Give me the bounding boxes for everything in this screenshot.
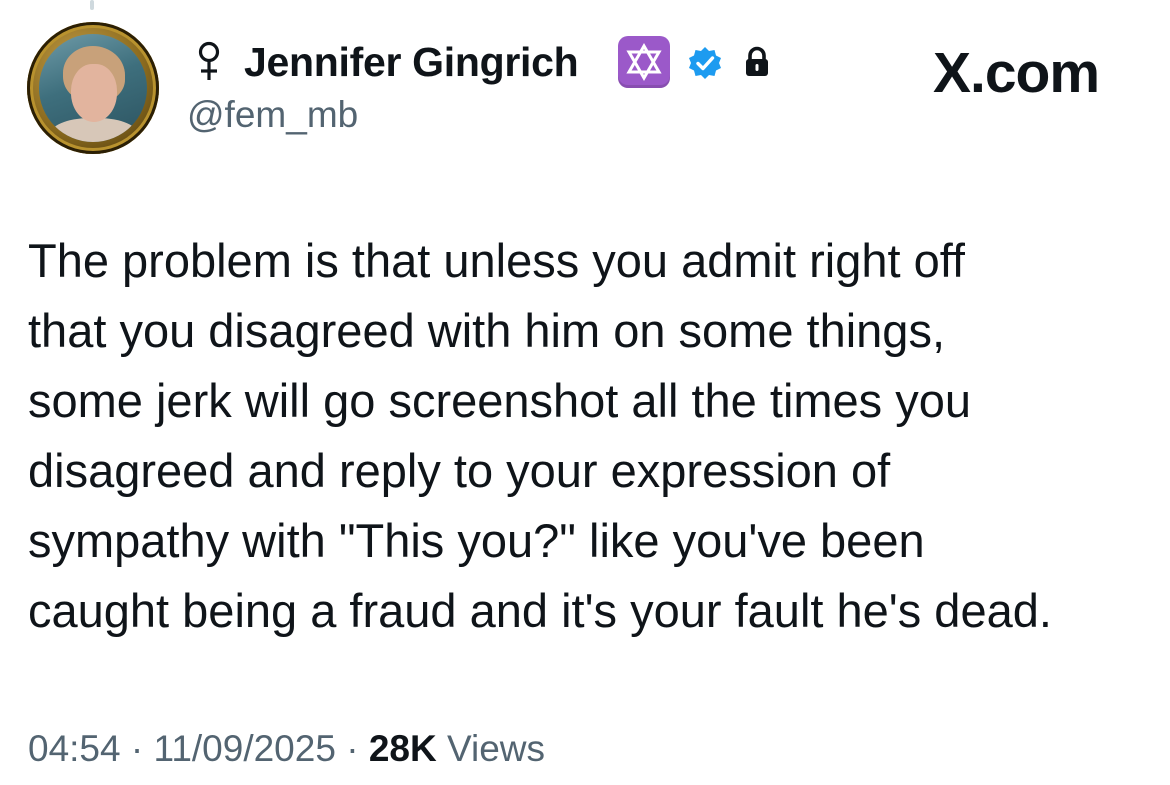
avatar-face: [71, 64, 117, 122]
views-count[interactable]: 28K: [369, 728, 437, 769]
avatar-photo: [39, 34, 147, 142]
lock-icon: [740, 45, 774, 79]
verified-badge-icon[interactable]: [687, 45, 723, 81]
views-label: Views: [436, 728, 546, 769]
venus-symbol-icon: [196, 40, 222, 84]
tweet-text-line: some jerk will go screenshot all the tim…: [28, 374, 972, 427]
avatar[interactable]: [27, 22, 159, 154]
tweet-text-line: that you disagreed with him on some thin…: [28, 304, 946, 357]
tweet-date[interactable]: 11/09/2025: [153, 728, 335, 769]
meta-separator: ·: [335, 728, 369, 769]
brand-watermark: X.com: [933, 41, 1100, 105]
display-name[interactable]: Jennifer Gingrich: [244, 38, 579, 86]
tweet-text: The problem is that unless you admit rig…: [28, 226, 1153, 646]
tweet-time[interactable]: 04:54: [28, 728, 121, 769]
star-of-david-icon: [618, 36, 670, 88]
tweet-text-line: sympathy with "This you?" like you've be…: [28, 514, 925, 567]
meta-separator: ·: [120, 728, 154, 769]
tweet-metadata: 04:54 · 11/09/2025 · 28K Views: [28, 726, 545, 772]
tweet-text-line: caught being a fraud and it's your fault…: [28, 584, 1052, 637]
user-handle[interactable]: @fem_mb: [187, 92, 358, 138]
tweet-text-line: disagreed and reply to your expression o…: [28, 444, 891, 497]
tweet-text-line: The problem is that unless you admit rig…: [28, 234, 965, 287]
thread-connector-line: [90, 0, 94, 10]
